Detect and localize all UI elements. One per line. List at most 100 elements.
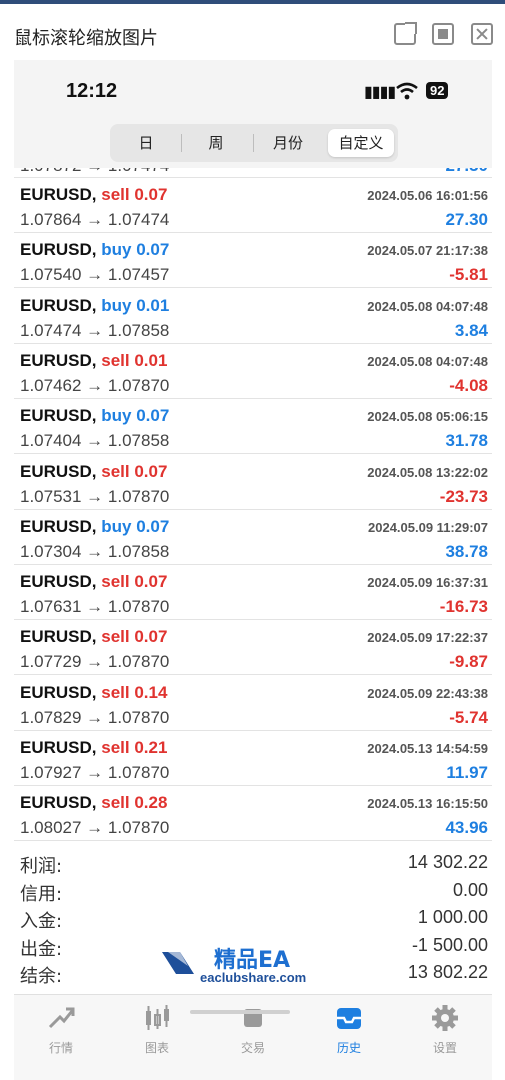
trade-side: sell 0.28 xyxy=(101,793,168,813)
symbol-name: EURUSD, xyxy=(20,350,97,370)
list-item[interactable]: EURUSD, sell 0.07 1.07631 → 1.07870 2024.0… xyxy=(14,565,492,621)
tab-chart-label: 图表 xyxy=(144,1041,169,1055)
watermark-site: eaclubshare.com xyxy=(200,970,307,985)
summary-label: 结余: xyxy=(20,966,63,987)
trade-datetime: 2024.05.08 04:07:48 xyxy=(367,298,488,314)
trade-symbol: EURUSD, sell 0.28 xyxy=(20,793,167,813)
list-item-partial: 1.07872 → 1.07474 27.30 xyxy=(14,168,492,178)
signal-icon: ▮▮▮▮ xyxy=(364,84,396,101)
trade-datetime: 2024.05.07 21:17:38 xyxy=(367,243,488,259)
trade-prices: 1.08027 → 1.07870 xyxy=(20,818,170,838)
trade-symbol: EURUSD, sell 0.07 xyxy=(20,627,167,647)
symbol-name: EURUSD, xyxy=(20,516,97,536)
trade-side: sell 0.14 xyxy=(101,682,168,702)
trade-prices: 1.07540 → 1.07457 xyxy=(20,265,170,285)
trade-side: buy 0.07 xyxy=(101,516,170,536)
trade-datetime: 2024.05.06 16:01:56 xyxy=(367,188,488,203)
tab-history[interactable]: 历史 xyxy=(314,1003,384,1063)
trade-prices: 1.07462 → 1.07870 xyxy=(20,375,170,395)
list-item[interactable]: EURUSD, sell 0.07 1.07531 → 1.07870 2024.0… xyxy=(14,455,492,510)
trade-profit: 3.84 xyxy=(454,320,488,340)
window-titlebar: 鼠标滚轮缩放图片 xyxy=(0,4,505,60)
tab-history-label: 历史 xyxy=(336,1041,361,1055)
list-item[interactable]: EURUSD, sell 0.07 1.07864 → 1.07474 2024.0… xyxy=(14,178,492,233)
tab-settings[interactable]: 设置 xyxy=(410,1003,480,1063)
trade-datetime: 2024.05.13 16:15:50 xyxy=(367,796,488,812)
tab-day[interactable]: 日 xyxy=(114,129,178,157)
trade-prices: 1.07829 → 1.07870 xyxy=(20,707,170,727)
status-time: 12:12 xyxy=(66,80,118,102)
trade-prices: 1.07531 → 1.07870 xyxy=(20,486,170,506)
symbol-name: EURUSD, xyxy=(20,185,97,204)
chart-icon xyxy=(146,1005,169,1030)
list-item[interactable]: EURUSD, sell 0.07 1.07729 → 1.07870 2024.0… xyxy=(14,620,492,676)
tab-custom[interactable]: 自定义 xyxy=(328,129,394,157)
list-item[interactable]: EURUSD, buy 0.07 1.07540 → 1.07457 2024.05… xyxy=(14,233,492,289)
open-external-icon[interactable] xyxy=(394,22,417,45)
trade-datetime: 2024.05.08 05:06:15 xyxy=(367,409,488,425)
period-selector-bar: 日 周 月份 自定义 xyxy=(14,124,492,168)
tab-trade-label: 交易 xyxy=(240,1041,265,1055)
trade-prices: 1.07927 → 1.07870 xyxy=(20,763,170,782)
trade-datetime: 2024.05.09 17:22:37 xyxy=(367,630,488,646)
period-segmented-control: 日 周 月份 自定义 xyxy=(110,124,398,162)
divider xyxy=(253,134,254,152)
summary-line: 入金: 1 000.00 xyxy=(14,905,492,933)
trade-side: buy 0.01 xyxy=(101,295,170,315)
trade-profit: -5.74 xyxy=(449,707,488,727)
list-item[interactable]: EURUSD, buy 0.07 1.07304 → 1.07858 2024.05… xyxy=(14,510,492,565)
list-item[interactable]: EURUSD, buy 0.01 1.07474 → 1.07858 2024.05… xyxy=(14,289,492,344)
tab-month[interactable]: 月份 xyxy=(256,129,320,157)
trade-profit: 38.78 xyxy=(445,541,488,561)
trade-icon xyxy=(244,1009,262,1027)
trade-side: sell 0.07 xyxy=(101,185,168,204)
list-item[interactable]: EURUSD, sell 0.28 1.08027 → 1.07870 2024.0… xyxy=(14,786,492,842)
trade-side: sell 0.01 xyxy=(101,350,168,370)
trade-datetime: 2024.05.08 13:22:02 xyxy=(367,464,488,480)
watermark: 精品EA eaclubshare.com xyxy=(160,942,340,990)
symbol-name: EURUSD, xyxy=(20,572,97,592)
symbol-name: EURUSD, xyxy=(20,682,97,702)
trade-symbol: EURUSD, sell 0.14 xyxy=(20,683,167,703)
settings-icon xyxy=(432,1005,458,1031)
list-item[interactable]: EURUSD, sell 0.01 1.07462 → 1.07870 2024.0… xyxy=(14,344,492,399)
maximize-icon[interactable] xyxy=(432,23,454,45)
trade-side: buy 0.07 xyxy=(101,240,170,260)
tab-settings-label: 设置 xyxy=(432,1041,457,1055)
window-title: 鼠标滚轮缩放图片 xyxy=(14,28,158,49)
trade-profit: -9.87 xyxy=(449,652,488,672)
trade-side: buy 0.07 xyxy=(101,406,170,426)
divider xyxy=(181,134,182,152)
list-item[interactable]: EURUSD, buy 0.07 1.07404 → 1.07858 2024.05… xyxy=(14,399,492,455)
trade-symbol: EURUSD, sell 0.21 xyxy=(20,738,167,758)
trade-profit: 31.78 xyxy=(445,431,488,451)
list-item[interactable]: EURUSD, sell 0.21 1.07927 → 1.07870 2024.0… xyxy=(14,731,492,786)
trade-symbol: EURUSD, sell 0.07 xyxy=(20,185,167,205)
trade-profit: 27.30 xyxy=(445,210,488,229)
close-icon[interactable] xyxy=(471,23,493,45)
tab-quotes[interactable]: 行情 xyxy=(26,1003,96,1063)
trade-symbol: EURUSD, buy 0.07 xyxy=(20,517,169,537)
trade-side: sell 0.07 xyxy=(101,627,168,647)
trade-side: sell 0.21 xyxy=(101,738,168,757)
symbol-name: EURUSD, xyxy=(20,461,97,481)
partial-pl: 27.30 xyxy=(445,168,488,176)
trade-side: sell 0.07 xyxy=(101,572,168,592)
summary-value: -1 500.00 xyxy=(411,934,488,955)
tab-week[interactable]: 周 xyxy=(184,129,248,157)
trade-datetime: 2024.05.08 04:07:48 xyxy=(367,353,488,369)
trade-prices: 1.07474 → 1.07858 xyxy=(20,320,170,340)
summary-value: 1 000.00 xyxy=(417,907,488,927)
list-item[interactable]: EURUSD, sell 0.14 1.07829 → 1.07870 2024.0… xyxy=(14,676,492,731)
symbol-name: EURUSD, xyxy=(20,627,97,647)
summary-label: 入金: xyxy=(20,911,63,932)
trade-side: sell 0.07 xyxy=(101,461,168,481)
summary-value: 13 802.22 xyxy=(407,962,488,982)
summary-label: 信用: xyxy=(20,883,63,905)
trade-symbol: EURUSD, buy 0.01 xyxy=(20,296,169,316)
trade-profit: -16.73 xyxy=(439,597,488,617)
trade-profit: 43.96 xyxy=(445,818,488,838)
trade-prices: 1.07304 → 1.07858 xyxy=(20,541,170,561)
tab-chart[interactable]: 图表 xyxy=(122,1003,192,1063)
summary-line: 利润: 14 302.22 xyxy=(14,850,492,878)
